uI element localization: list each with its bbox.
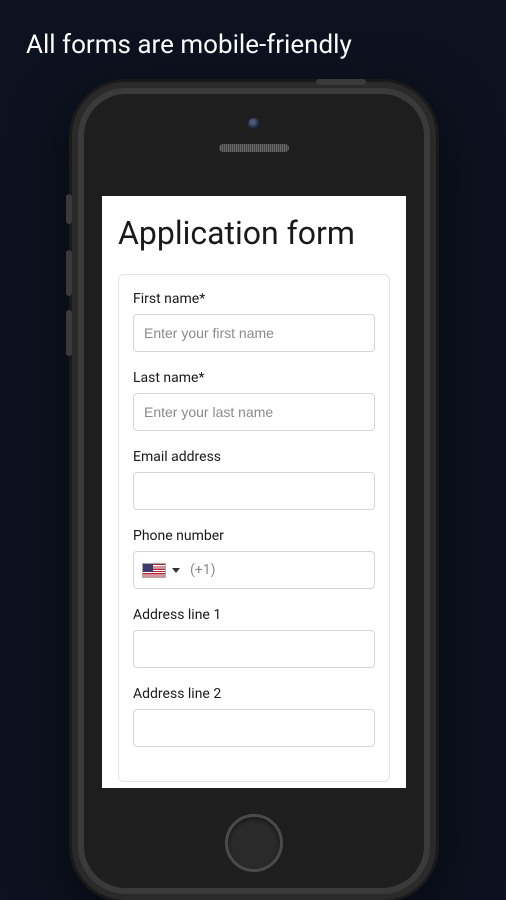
form-title: Application form xyxy=(118,214,390,252)
address1-label: Address line 1 xyxy=(133,607,375,623)
first-name-label: First name* xyxy=(133,291,375,307)
phone-field: Phone number (+1) xyxy=(133,528,375,589)
us-flag-icon xyxy=(142,563,166,578)
phone-input[interactable] xyxy=(215,552,406,588)
address1-input[interactable] xyxy=(133,630,375,668)
first-name-field: First name* xyxy=(133,291,375,352)
address2-label: Address line 2 xyxy=(133,686,375,702)
address1-field: Address line 1 xyxy=(133,607,375,668)
email-field: Email address xyxy=(133,449,375,510)
front-camera-icon xyxy=(248,118,260,130)
phone-mockup-frame: Application form First name* Last name* … xyxy=(72,82,436,900)
last-name-label: Last name* xyxy=(133,370,375,386)
chevron-down-icon xyxy=(172,568,180,573)
last-name-field: Last name* xyxy=(133,370,375,431)
tagline: All forms are mobile-friendly xyxy=(0,0,506,60)
mute-switch xyxy=(66,194,72,224)
earpiece-speaker-icon xyxy=(219,144,289,152)
home-button xyxy=(225,814,283,872)
email-label: Email address xyxy=(133,449,375,465)
phone-label: Phone number xyxy=(133,528,375,544)
dial-code: (+1) xyxy=(186,562,215,578)
first-name-input[interactable] xyxy=(133,314,375,352)
volume-down-button xyxy=(66,310,72,356)
country-code-selector[interactable] xyxy=(134,563,186,578)
application-form: First name* Last name* Email address xyxy=(118,274,390,782)
power-button xyxy=(316,79,366,85)
email-input[interactable] xyxy=(133,472,375,510)
address2-field: Address line 2 xyxy=(133,686,375,747)
volume-up-button xyxy=(66,250,72,296)
last-name-input[interactable] xyxy=(133,393,375,431)
address2-input[interactable] xyxy=(133,709,375,747)
phone-screen: Application form First name* Last name* … xyxy=(102,196,406,788)
